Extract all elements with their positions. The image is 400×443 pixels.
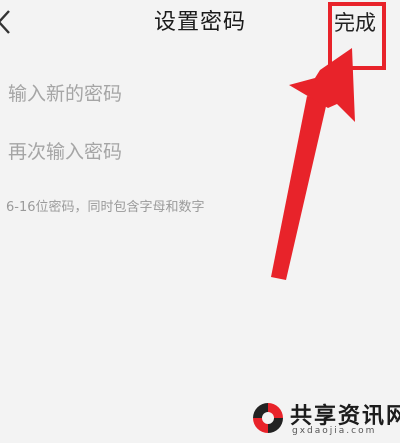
- watermark-url: gxdaojia.com: [292, 426, 377, 436]
- pointer-arrow: [271, 48, 355, 280]
- confirm-password-field[interactable]: [8, 134, 328, 170]
- watermark: 共享资讯网 gxdaojia.com: [250, 398, 400, 440]
- password-hint: 6-16位密码，同时包含字母和数字: [6, 200, 205, 215]
- set-password-screen: 设置密码 完成 6-16位密码，同时包含字母和数字 共享资讯网 gxdaojia…: [0, 0, 400, 443]
- arrow-shaft: [271, 96, 327, 280]
- new-password-field[interactable]: [8, 76, 328, 112]
- nav-bar: 设置密码 完成: [0, 0, 400, 48]
- done-button[interactable]: 完成: [334, 6, 394, 40]
- watermark-logo-icon: [250, 400, 286, 436]
